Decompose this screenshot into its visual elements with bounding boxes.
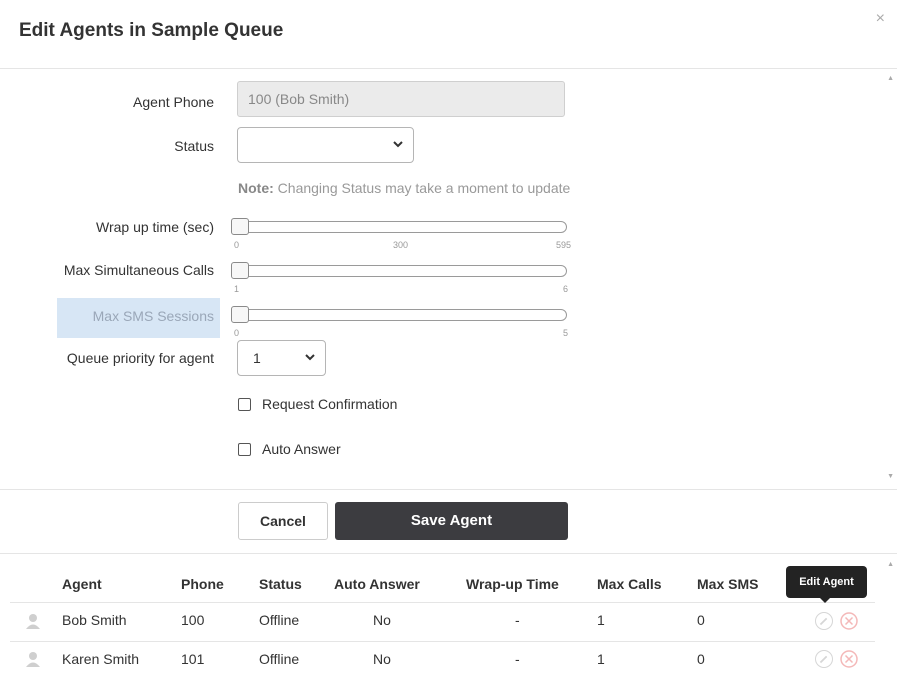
wrap-up-time-slider-handle[interactable] <box>231 218 249 235</box>
queue-priority-select[interactable]: 1 <box>237 340 326 376</box>
max-sms-label: Max SMS Sessions <box>92 308 214 324</box>
user-icon <box>26 652 40 667</box>
cell-status: Offline <box>259 651 300 667</box>
status-select[interactable] <box>237 127 414 163</box>
cancel-button[interactable]: Cancel <box>238 502 328 540</box>
cell-auto-answer: No <box>373 612 391 628</box>
delete-icon[interactable] <box>840 612 858 630</box>
max-calls-slider[interactable] <box>237 265 567 277</box>
edit-agent-tooltip: Edit Agent <box>786 566 867 603</box>
edit-icon[interactable] <box>815 612 833 630</box>
chevron-down-icon <box>305 354 315 361</box>
max-calls-label: Max Simultaneous Calls <box>63 262 214 278</box>
wrap-up-time-slider[interactable] <box>237 221 567 233</box>
max-sms-slider-handle[interactable] <box>231 306 249 323</box>
column-header-wrap-up-time[interactable]: Wrap-up Time <box>466 576 559 592</box>
column-header-max-sms[interactable]: Max SMS <box>697 576 758 592</box>
column-header-auto-answer[interactable]: Auto Answer <box>334 576 420 592</box>
column-header-phone[interactable]: Phone <box>181 576 224 592</box>
wrap-tick-mid: 300 <box>393 240 409 250</box>
column-header-agent[interactable]: Agent <box>62 576 102 592</box>
row-divider <box>10 602 875 603</box>
table-scroll-up-icon[interactable]: ▲ <box>887 561 894 568</box>
request-confirmation-checkbox[interactable] <box>238 398 251 411</box>
agent-phone-field: 100 (Bob Smith) <box>237 81 565 117</box>
wrap-up-time-label: Wrap up time (sec) <box>96 219 214 235</box>
max-sms-tick-min: 0 <box>234 328 240 338</box>
wrap-tick-max: 595 <box>556 240 572 250</box>
agent-form: ▲ ▼ <box>0 69 897 487</box>
row-divider <box>10 641 875 642</box>
status-label: Status <box>174 138 214 154</box>
note-prefix: Note: <box>238 180 274 196</box>
max-calls-slider-handle[interactable] <box>231 262 249 279</box>
max-calls-tick-min: 1 <box>234 284 240 294</box>
scroll-down-icon[interactable]: ▼ <box>887 473 894 480</box>
cell-phone: 100 <box>181 612 205 628</box>
divider <box>0 489 897 490</box>
auto-answer-checkbox[interactable] <box>238 443 251 456</box>
queue-priority-value: 1 <box>253 350 261 366</box>
cell-wrap-up-time: - <box>515 651 520 667</box>
cell-max-calls: 1 <box>597 612 605 628</box>
wrap-tick-min: 0 <box>234 240 240 250</box>
auto-answer-label: Auto Answer <box>262 441 341 457</box>
cell-max-calls: 1 <box>597 651 605 667</box>
close-icon[interactable]: × <box>876 10 885 28</box>
note-text: Changing Status may take a moment to upd… <box>273 180 571 196</box>
scroll-up-icon[interactable]: ▲ <box>887 75 894 82</box>
cell-agent: Karen Smith <box>62 651 140 667</box>
save-agent-button[interactable]: Save Agent <box>335 502 568 540</box>
cell-max-sms: 0 <box>697 612 705 628</box>
column-header-status[interactable]: Status <box>259 576 302 592</box>
agent-phone-label: Agent Phone <box>133 94 214 110</box>
queue-priority-label: Queue priority for agent <box>66 350 214 366</box>
status-note: Note: Changing Status may take a moment … <box>238 180 570 196</box>
cell-agent: Bob Smith <box>62 612 127 628</box>
request-confirmation-label: Request Confirmation <box>262 396 398 412</box>
max-sms-tick-max: 5 <box>563 328 569 338</box>
column-header-max-calls[interactable]: Max Calls <box>597 576 662 592</box>
cell-max-sms: 0 <box>697 651 705 667</box>
divider <box>0 553 897 554</box>
dialog-title: Edit Agents in Sample Queue <box>19 20 284 41</box>
delete-icon[interactable] <box>840 650 858 668</box>
cell-wrap-up-time: - <box>515 612 520 628</box>
cell-status: Offline <box>259 612 300 628</box>
cell-phone: 101 <box>181 651 205 667</box>
max-calls-tick-max: 6 <box>563 284 569 294</box>
cell-auto-answer: No <box>373 651 391 667</box>
chevron-down-icon <box>393 141 403 148</box>
user-icon <box>26 614 40 629</box>
dialog-header: Edit Agents in Sample Queue × <box>0 0 897 69</box>
max-sms-slider[interactable] <box>237 309 567 321</box>
edit-icon[interactable] <box>815 650 833 668</box>
